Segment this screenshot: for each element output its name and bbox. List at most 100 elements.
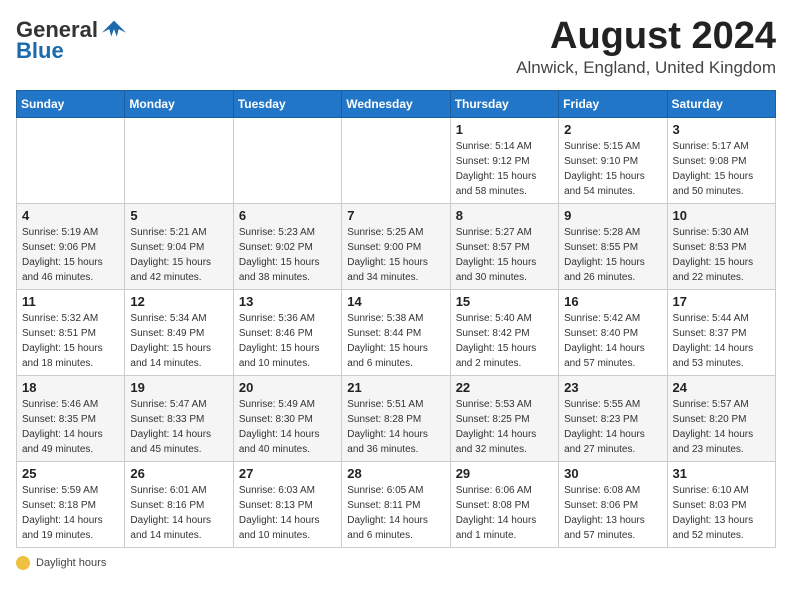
day-cell-empty bbox=[125, 117, 233, 203]
day-info: Sunrise: 5:28 AM Sunset: 8:55 PM Dayligh… bbox=[564, 225, 661, 285]
day-info: Sunrise: 5:51 AM Sunset: 8:28 PM Dayligh… bbox=[347, 397, 444, 457]
location-title: Alnwick, England, United Kingdom bbox=[516, 58, 776, 78]
day-cell-2: 2 Sunrise: 5:15 AM Sunset: 9:10 PM Daylig… bbox=[559, 117, 667, 203]
day-info: Sunrise: 5:38 AM Sunset: 8:44 PM Dayligh… bbox=[347, 311, 444, 371]
col-header-wednesday: Wednesday bbox=[342, 90, 450, 117]
day-cell-26: 26 Sunrise: 6:01 AM Sunset: 8:16 PM Dayli… bbox=[125, 461, 233, 547]
day-info: Sunrise: 5:27 AM Sunset: 8:57 PM Dayligh… bbox=[456, 225, 553, 285]
day-cell-empty bbox=[17, 117, 125, 203]
header: General Blue August 2024 Alnwick, Englan… bbox=[16, 16, 776, 78]
day-info: Sunrise: 6:05 AM Sunset: 8:11 PM Dayligh… bbox=[347, 483, 444, 543]
day-info: Sunrise: 5:57 AM Sunset: 8:20 PM Dayligh… bbox=[673, 397, 770, 457]
day-number: 7 bbox=[347, 208, 444, 223]
day-cell-24: 24Sunrise: 5:57 AM Sunset: 8:20 PM Dayli… bbox=[667, 375, 775, 461]
day-number: 11 bbox=[22, 294, 119, 309]
day-number: 25 bbox=[22, 466, 119, 481]
day-number: 10 bbox=[673, 208, 770, 223]
day-cell-3: 3Sunrise: 5:17 AM Sunset: 9:08 PM Daylig… bbox=[667, 117, 775, 203]
col-header-friday: Friday bbox=[559, 90, 667, 117]
day-cell-18: 18 Sunrise: 5:46 AM Sunset: 8:35 PM Dayli… bbox=[17, 375, 125, 461]
day-cell-17: 17 Sunrise: 5:44 AM Sunset: 8:37 PM Dayli… bbox=[667, 289, 775, 375]
day-number: 22 bbox=[456, 380, 553, 395]
day-info: Sunrise: 5:30 AM Sunset: 8:53 PM Dayligh… bbox=[673, 225, 770, 285]
day-cell-9: 9Sunrise: 5:28 AM Sunset: 8:55 PM Daylig… bbox=[559, 203, 667, 289]
week-row-4: 18 Sunrise: 5:46 AM Sunset: 8:35 PM Dayli… bbox=[17, 375, 776, 461]
col-header-sunday: Sunday bbox=[17, 90, 125, 117]
week-row-2: 4Sunrise: 5:19 AM Sunset: 9:06 PM Daylig… bbox=[17, 203, 776, 289]
day-cell-27: 27Sunrise: 6:03 AM Sunset: 8:13 PM Dayli… bbox=[233, 461, 341, 547]
footer-note: Daylight hours bbox=[16, 556, 776, 570]
day-cell-8: 8 Sunrise: 5:27 AM Sunset: 8:57 PM Daylig… bbox=[450, 203, 558, 289]
day-cell-5: 5 Sunrise: 5:21 AM Sunset: 9:04 PM Daylig… bbox=[125, 203, 233, 289]
day-number: 1 bbox=[456, 122, 553, 137]
day-info: Sunrise: 5:23 AM Sunset: 9:02 PM Dayligh… bbox=[239, 225, 336, 285]
day-cell-13: 13Sunrise: 5:36 AM Sunset: 8:46 PM Dayli… bbox=[233, 289, 341, 375]
day-cell-4: 4Sunrise: 5:19 AM Sunset: 9:06 PM Daylig… bbox=[17, 203, 125, 289]
day-info: Sunrise: 5:15 AM Sunset: 9:10 PM Dayligh… bbox=[564, 139, 661, 199]
logo: General Blue bbox=[16, 16, 128, 62]
day-info: Sunrise: 5:21 AM Sunset: 9:04 PM Dayligh… bbox=[130, 225, 227, 285]
day-cell-10: 10 Sunrise: 5:30 AM Sunset: 8:53 PM Dayli… bbox=[667, 203, 775, 289]
day-info: Sunrise: 5:40 AM Sunset: 8:42 PM Dayligh… bbox=[456, 311, 553, 371]
day-info: Sunrise: 6:10 AM Sunset: 8:03 PM Dayligh… bbox=[673, 483, 770, 543]
day-number: 26 bbox=[130, 466, 227, 481]
day-number: 19 bbox=[130, 380, 227, 395]
day-cell-6: 6Sunrise: 5:23 AM Sunset: 9:02 PM Daylig… bbox=[233, 203, 341, 289]
day-number: 15 bbox=[456, 294, 553, 309]
day-cell-29: 29 Sunrise: 6:06 AM Sunset: 8:08 PM Dayli… bbox=[450, 461, 558, 547]
day-number: 4 bbox=[22, 208, 119, 223]
day-number: 17 bbox=[673, 294, 770, 309]
day-cell-7: 7 Sunrise: 5:25 AM Sunset: 9:00 PM Daylig… bbox=[342, 203, 450, 289]
day-info: Sunrise: 6:08 AM Sunset: 8:06 PM Dayligh… bbox=[564, 483, 661, 543]
day-info: Sunrise: 5:53 AM Sunset: 8:25 PM Dayligh… bbox=[456, 397, 553, 457]
daylight-label: Daylight hours bbox=[36, 557, 106, 569]
day-info: Sunrise: 5:32 AM Sunset: 8:51 PM Dayligh… bbox=[22, 311, 119, 371]
day-number: 27 bbox=[239, 466, 336, 481]
day-cell-21: 21Sunrise: 5:51 AM Sunset: 8:28 PM Dayli… bbox=[342, 375, 450, 461]
day-cell-12: 12 Sunrise: 5:34 AM Sunset: 8:49 PM Dayli… bbox=[125, 289, 233, 375]
day-cell-19: 19Sunrise: 5:47 AM Sunset: 8:33 PM Dayli… bbox=[125, 375, 233, 461]
col-header-saturday: Saturday bbox=[667, 90, 775, 117]
day-cell-20: 20Sunrise: 5:49 AM Sunset: 8:30 PM Dayli… bbox=[233, 375, 341, 461]
day-cell-31: 31 Sunrise: 6:10 AM Sunset: 8:03 PM Dayli… bbox=[667, 461, 775, 547]
day-cell-14: 14Sunrise: 5:38 AM Sunset: 8:44 PM Dayli… bbox=[342, 289, 450, 375]
day-number: 2 bbox=[564, 122, 661, 137]
day-cell-16: 16 Sunrise: 5:42 AM Sunset: 8:40 PM Dayli… bbox=[559, 289, 667, 375]
day-number: 20 bbox=[239, 380, 336, 395]
day-cell-1: 1 Sunrise: 5:14 AM Sunset: 9:12 PM Daylig… bbox=[450, 117, 558, 203]
day-number: 28 bbox=[347, 466, 444, 481]
week-row-3: 11 Sunrise: 5:32 AM Sunset: 8:51 PM Dayli… bbox=[17, 289, 776, 375]
day-number: 16 bbox=[564, 294, 661, 309]
day-number: 8 bbox=[456, 208, 553, 223]
day-cell-empty bbox=[233, 117, 341, 203]
day-number: 18 bbox=[22, 380, 119, 395]
day-number: 29 bbox=[456, 466, 553, 481]
day-info: Sunrise: 5:55 AM Sunset: 8:23 PM Dayligh… bbox=[564, 397, 661, 457]
col-header-monday: Monday bbox=[125, 90, 233, 117]
day-cell-22: 22 Sunrise: 5:53 AM Sunset: 8:25 PM Dayli… bbox=[450, 375, 558, 461]
day-info: Sunrise: 5:59 AM Sunset: 8:18 PM Dayligh… bbox=[22, 483, 119, 543]
day-cell-empty bbox=[342, 117, 450, 203]
week-row-1: 1 Sunrise: 5:14 AM Sunset: 9:12 PM Daylig… bbox=[17, 117, 776, 203]
day-info: Sunrise: 5:14 AM Sunset: 9:12 PM Dayligh… bbox=[456, 139, 553, 199]
day-info: Sunrise: 5:46 AM Sunset: 8:35 PM Dayligh… bbox=[22, 397, 119, 457]
day-info: Sunrise: 5:42 AM Sunset: 8:40 PM Dayligh… bbox=[564, 311, 661, 371]
day-number: 13 bbox=[239, 294, 336, 309]
day-number: 5 bbox=[130, 208, 227, 223]
day-cell-28: 28 Sunrise: 6:05 AM Sunset: 8:11 PM Dayli… bbox=[342, 461, 450, 547]
day-info: Sunrise: 5:44 AM Sunset: 8:37 PM Dayligh… bbox=[673, 311, 770, 371]
day-info: Sunrise: 5:25 AM Sunset: 9:00 PM Dayligh… bbox=[347, 225, 444, 285]
day-info: Sunrise: 6:06 AM Sunset: 8:08 PM Dayligh… bbox=[456, 483, 553, 543]
day-cell-30: 30 Sunrise: 6:08 AM Sunset: 8:06 PM Dayli… bbox=[559, 461, 667, 547]
sun-icon bbox=[16, 556, 30, 570]
day-info: Sunrise: 6:01 AM Sunset: 8:16 PM Dayligh… bbox=[130, 483, 227, 543]
week-row-5: 25 Sunrise: 5:59 AM Sunset: 8:18 PM Dayli… bbox=[17, 461, 776, 547]
day-number: 31 bbox=[673, 466, 770, 481]
day-number: 30 bbox=[564, 466, 661, 481]
day-number: 3 bbox=[673, 122, 770, 137]
day-info: Sunrise: 5:34 AM Sunset: 8:49 PM Dayligh… bbox=[130, 311, 227, 371]
day-number: 12 bbox=[130, 294, 227, 309]
day-cell-23: 23Sunrise: 5:55 AM Sunset: 8:23 PM Dayli… bbox=[559, 375, 667, 461]
col-header-thursday: Thursday bbox=[450, 90, 558, 117]
day-cell-25: 25 Sunrise: 5:59 AM Sunset: 8:18 PM Dayli… bbox=[17, 461, 125, 547]
